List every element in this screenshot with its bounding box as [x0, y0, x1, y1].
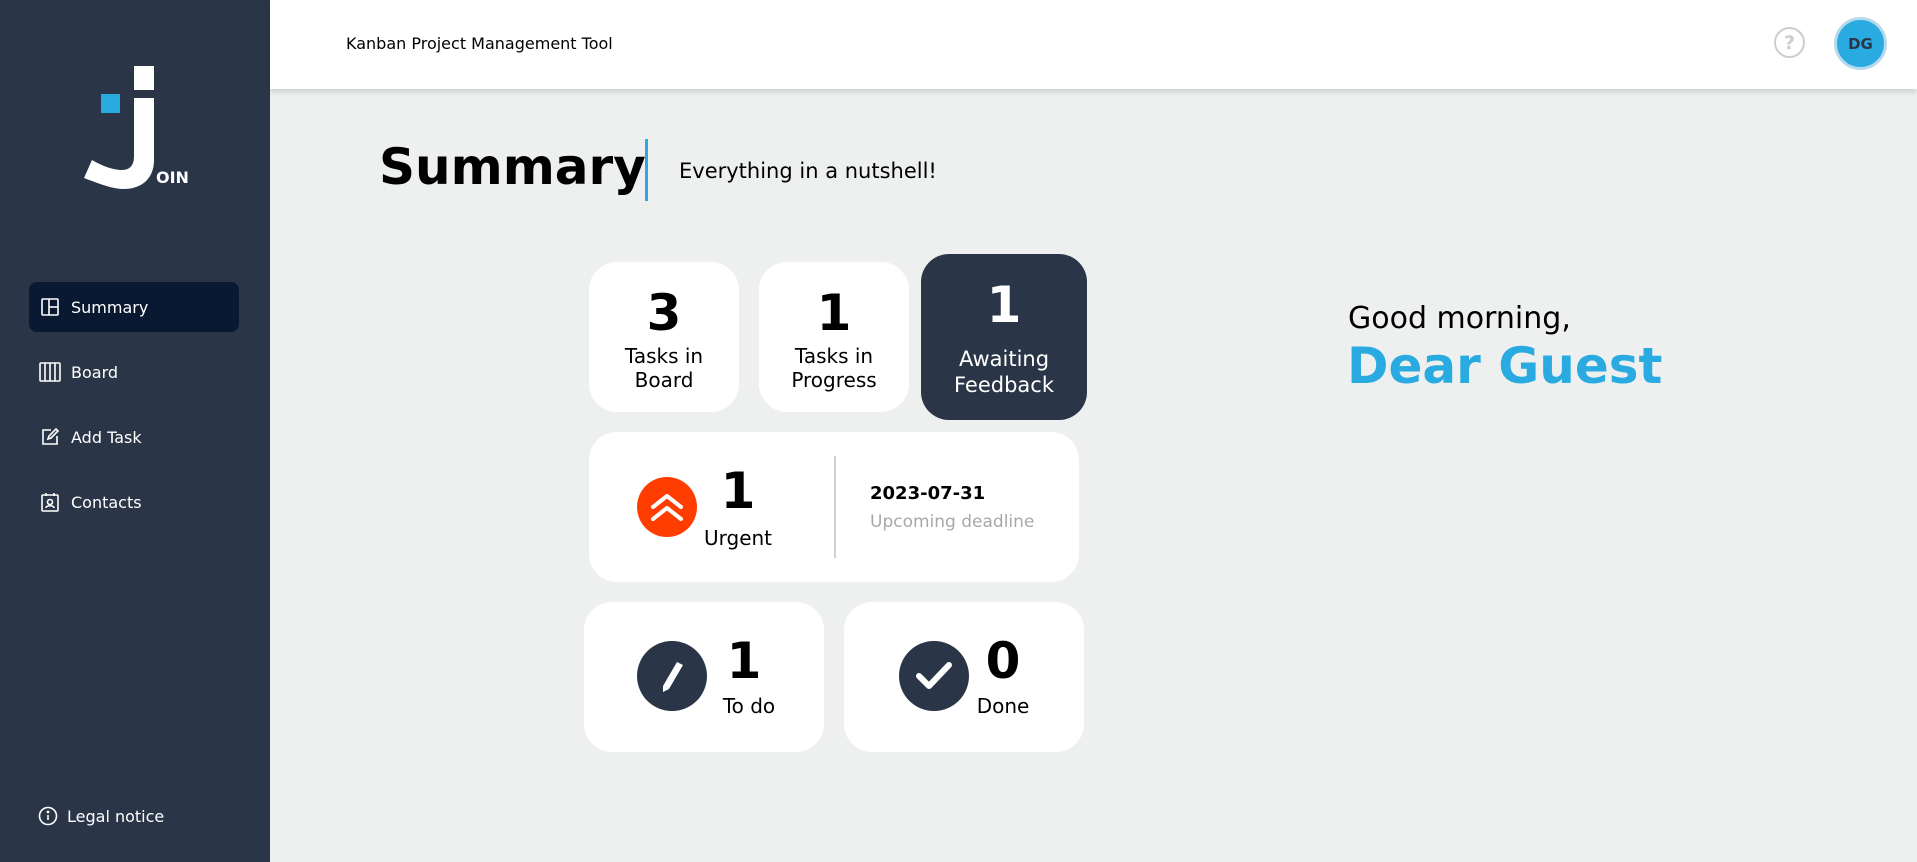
sidebar-item-label: Add Task: [71, 427, 142, 447]
sidebar-item-board[interactable]: Board: [29, 347, 239, 397]
sidebar-item-label: Contacts: [71, 492, 142, 512]
sidebar-item-add-task[interactable]: Add Task: [29, 412, 239, 462]
title-divider: [645, 139, 648, 201]
todo-card[interactable]: 1 To do: [584, 602, 824, 752]
tasks-in-progress-label: Tasks in Progress: [791, 344, 877, 392]
urgent-count: 1: [720, 462, 756, 520]
help-icon[interactable]: ?: [1774, 27, 1805, 58]
page-title: Summary: [379, 138, 646, 196]
todo-count: 1: [726, 632, 762, 690]
board-icon: [39, 361, 61, 383]
awaiting-feedback-count: 1: [986, 276, 1022, 334]
sidebar-item-label: Board: [71, 362, 119, 382]
deadline-label: Upcoming deadline: [870, 512, 1035, 532]
tasks-in-board-count: 3: [646, 284, 682, 342]
logo-text: OIN: [156, 168, 189, 187]
greeting-name: Dear Guest: [1347, 337, 1663, 395]
sidebar-item-summary[interactable]: Summary: [29, 282, 239, 332]
todo-label: To do: [722, 694, 776, 718]
sidebar-item-contacts[interactable]: Contacts: [29, 477, 239, 527]
awaiting-feedback-label: Awaiting Feedback: [953, 347, 1054, 397]
tasks-in-progress-card[interactable]: 1 Tasks in Progress: [759, 262, 909, 412]
legal-notice-link[interactable]: Legal notice: [38, 806, 164, 826]
info-icon: [38, 806, 58, 826]
deadline-date: 2023-07-31: [870, 483, 986, 504]
awaiting-feedback-card[interactable]: 1 Awaiting Feedback: [921, 254, 1087, 420]
tasks-in-progress-count: 1: [816, 284, 852, 342]
done-card[interactable]: 0 Done: [844, 602, 1084, 752]
urgent-divider: [834, 456, 836, 558]
page-subtitle: Everything in a nutshell!: [679, 159, 937, 183]
summary-icon: [39, 296, 61, 318]
user-avatar[interactable]: DG: [1834, 17, 1887, 70]
header-title: Kanban Project Management Tool: [346, 34, 613, 53]
join-logo[interactable]: OIN: [80, 60, 190, 190]
greeting-text: Good morning,: [1348, 301, 1571, 336]
done-count: 0: [985, 632, 1021, 690]
pencil-icon: [637, 641, 707, 711]
sidebar: OIN Summary Board Add Task Contacts Lega…: [0, 0, 270, 862]
checkmark-icon: [899, 641, 969, 711]
tasks-in-board-label: Tasks in Board: [624, 344, 704, 392]
done-label: Done: [976, 694, 1030, 718]
urgent-card[interactable]: 1 Urgent 2023-07-31 Upcoming deadline: [589, 432, 1079, 582]
urgent-label: Urgent: [703, 526, 773, 550]
add-task-icon: [39, 426, 61, 448]
legal-notice-label: Legal notice: [67, 806, 165, 826]
sidebar-item-label: Summary: [71, 297, 149, 317]
urgent-icon: [637, 477, 697, 537]
sidebar-nav: Summary Board Add Task Contacts: [29, 282, 239, 542]
header: Kanban Project Management Tool ? DG: [270, 0, 1917, 89]
contacts-icon: [39, 491, 61, 513]
tasks-in-board-card[interactable]: 3 Tasks in Board: [589, 262, 739, 412]
